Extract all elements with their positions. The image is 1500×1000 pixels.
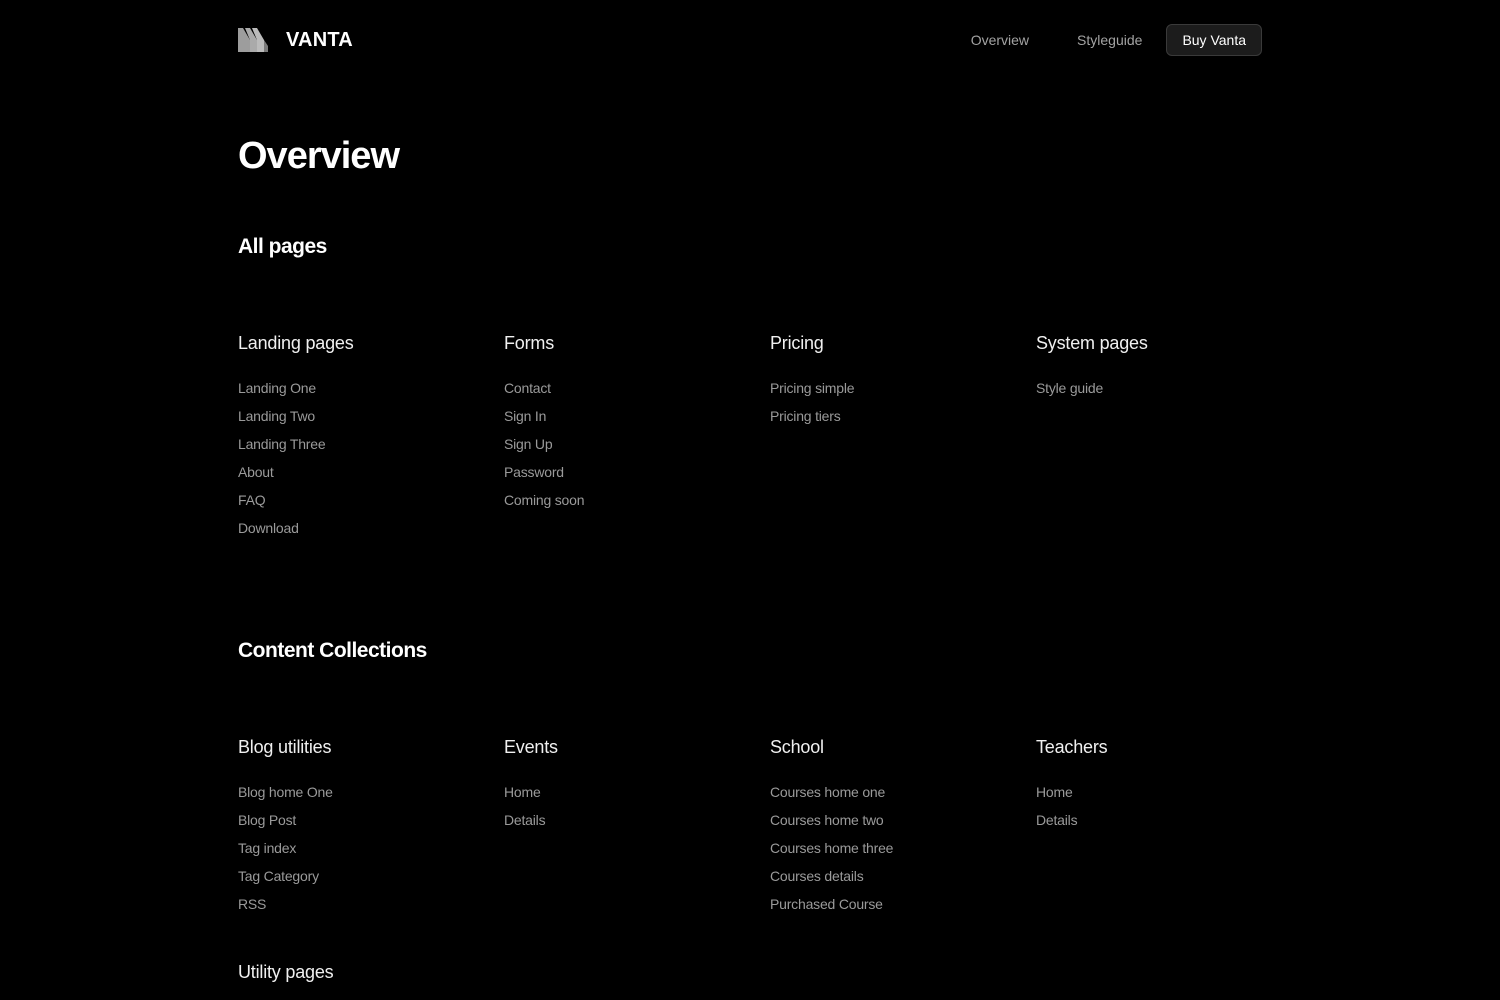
link-courses-details[interactable]: Courses details — [770, 868, 864, 884]
group-title: School — [770, 737, 824, 757]
link-teachers-home[interactable]: Home — [1036, 784, 1073, 800]
nav-styleguide-link[interactable]: Styleguide — [1053, 24, 1166, 56]
group-forms: Forms Contact Sign In Sign Up Password C… — [504, 331, 770, 542]
group-system-pages: System pages Style guide — [1036, 331, 1302, 542]
link-faq[interactable]: FAQ — [238, 492, 266, 508]
link-teachers-details[interactable]: Details — [1036, 812, 1078, 828]
link-rss[interactable]: RSS — [238, 896, 266, 912]
group-title: Events — [504, 737, 558, 757]
link-list: Home Details — [1036, 778, 1302, 834]
nav-overview-link[interactable]: Overview — [947, 24, 1053, 56]
link-coming-soon[interactable]: Coming soon — [504, 492, 584, 508]
utility-pages-heading: Utility pages — [238, 962, 334, 982]
group-title: Landing pages — [238, 333, 354, 353]
link-sign-up[interactable]: Sign Up — [504, 436, 553, 452]
link-landing-two[interactable]: Landing Two — [238, 408, 315, 424]
page-title: Overview — [238, 135, 400, 177]
link-pricing-tiers[interactable]: Pricing tiers — [770, 408, 841, 424]
group-teachers: Teachers Home Details — [1036, 735, 1302, 918]
link-list: Pricing simple Pricing tiers — [770, 374, 1036, 430]
link-landing-one[interactable]: Landing One — [238, 380, 316, 396]
brand-name: VANTA — [286, 28, 353, 51]
brand-home-link[interactable]: VANTA — [238, 24, 353, 56]
all-pages-heading: All pages — [238, 235, 327, 258]
group-events: Events Home Details — [504, 735, 770, 918]
group-title: Blog utilities — [238, 737, 332, 757]
link-events-details[interactable]: Details — [504, 812, 546, 828]
link-courses-home-two[interactable]: Courses home two — [770, 812, 884, 828]
group-title: System pages — [1036, 333, 1148, 353]
group-landing-pages: Landing pages Landing One Landing Two La… — [238, 331, 504, 542]
content-collections-heading: Content Collections — [238, 639, 427, 662]
site-header: VANTA Overview Styleguide Buy Vanta — [238, 24, 1262, 56]
link-style-guide[interactable]: Style guide — [1036, 380, 1103, 396]
link-tag-category[interactable]: Tag Category — [238, 868, 319, 884]
link-contact[interactable]: Contact — [504, 380, 551, 396]
group-title: Pricing — [770, 333, 824, 353]
link-list: Blog home One Blog Post Tag index Tag Ca… — [238, 778, 504, 918]
link-list: Contact Sign In Sign Up Password Coming … — [504, 374, 770, 514]
link-list: Home Details — [504, 778, 770, 834]
vanta-logo-icon — [238, 26, 268, 54]
link-landing-three[interactable]: Landing Three — [238, 436, 326, 452]
link-blog-post[interactable]: Blog Post — [238, 812, 296, 828]
buy-vanta-button[interactable]: Buy Vanta — [1166, 24, 1262, 56]
link-courses-home-three[interactable]: Courses home three — [770, 840, 893, 856]
group-title: Forms — [504, 333, 554, 353]
link-pricing-simple[interactable]: Pricing simple — [770, 380, 855, 396]
link-download[interactable]: Download — [238, 520, 299, 536]
group-school: School Courses home one Courses home two… — [770, 735, 1036, 918]
link-list: Style guide — [1036, 374, 1302, 402]
all-pages-grid: Landing pages Landing One Landing Two La… — [238, 331, 1302, 542]
top-nav: Overview Styleguide Buy Vanta — [947, 24, 1262, 56]
link-sign-in[interactable]: Sign In — [504, 408, 546, 424]
link-tag-index[interactable]: Tag index — [238, 840, 296, 856]
link-list: Courses home one Courses home two Course… — [770, 778, 1036, 918]
link-about[interactable]: About — [238, 464, 274, 480]
content-collections-grid: Blog utilities Blog home One Blog Post T… — [238, 735, 1302, 918]
link-list: Landing One Landing Two Landing Three Ab… — [238, 374, 504, 542]
link-courses-home-one[interactable]: Courses home one — [770, 784, 885, 800]
link-blog-home-one[interactable]: Blog home One — [238, 784, 333, 800]
link-events-home[interactable]: Home — [504, 784, 541, 800]
link-password[interactable]: Password — [504, 464, 564, 480]
group-pricing: Pricing Pricing simple Pricing tiers — [770, 331, 1036, 542]
group-title: Teachers — [1036, 737, 1108, 757]
link-purchased-course[interactable]: Purchased Course — [770, 896, 883, 912]
group-blog-utilities: Blog utilities Blog home One Blog Post T… — [238, 735, 504, 918]
